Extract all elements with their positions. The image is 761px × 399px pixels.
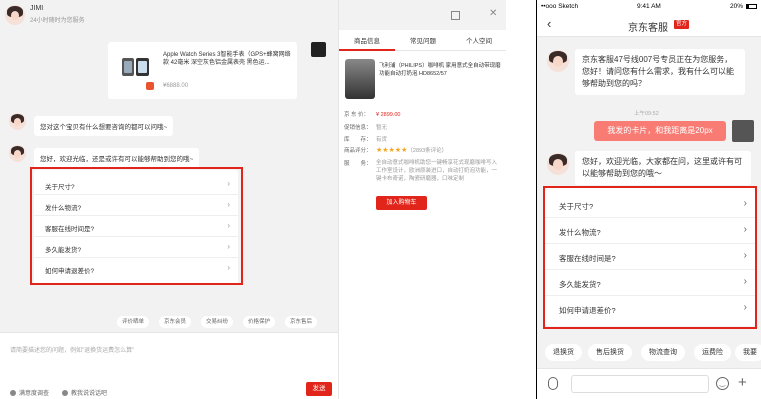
chat-message: 您好，欢迎光临，还是或许有可以能够帮助到您的哦~ [34,148,200,168]
product-info-panel: ✕ 商品信息 常见问题 个人空间 飞利浦（PHILIPS）咖啡机 家用意式全自动… [338,0,507,399]
quick-chip[interactable]: 物流查询 [641,344,685,361]
chat-message: 您对这个宝贝有什么想要咨询的都可以问哦~ [34,116,174,136]
send-button[interactable]: 发送 [306,382,332,396]
agent-avatar [5,5,25,25]
product-title: 飞利浦（PHILIPS）咖啡机 家用意式全自动带现磨功能自动打奶泡 HD8652… [379,63,501,77]
plus-icon[interactable]: + [738,374,747,391]
tab-product-info[interactable]: 商品信息 [339,33,395,51]
service-text: 全自动意式咖啡机助您一键畅享花式现磨咖啡写入工作室设计，欧洲原装进口，自动打奶泡… [376,160,498,182]
chat-input-area: 请简要描述您的问题，例如"退换货运费怎么算" 满意度调查 教我说说话吧 发送 [0,332,338,399]
star-rating-icon: ★★★★★ [376,147,408,154]
user-avatar [732,120,754,142]
quick-chip[interactable]: 京东会员 [159,316,192,328]
tab-faq[interactable]: 常见问题 [395,33,451,51]
quick-chip[interactable]: 交易纠纷 [201,316,234,328]
promo-value: 暂无 [376,125,388,131]
price-label: 京 东 价： [344,112,370,118]
status-bar: ••ooo Sketch 9:41 AM 20% [537,0,761,13]
stock-label: 库 存： [344,137,372,143]
battery-level: 20% [729,3,743,10]
message-time: 上午09:52 [634,111,659,117]
battery-icon [746,4,757,9]
promo-label: 促销信息： [344,125,372,131]
quick-chip[interactable]: 评价晒单 [117,316,150,328]
agent-avatar [547,50,569,72]
promo-row: 促销信息： 暂无 [344,123,387,131]
quick-chips: 评价晒单 京东会员 交易纠纷 价格保护 京东售后 [117,316,337,328]
message-input[interactable]: 请简要描述您的问题，例如"退换货运费怎么算" [10,345,134,354]
my-message: 我发的卡片，和我距离是20px [594,121,726,141]
page-title: 京东客服 [628,23,668,34]
stock-value: 有货 [376,137,388,143]
stock-row: 库 存： 有货 [344,135,387,143]
close-icon[interactable]: ✕ [489,8,497,19]
clock: 9:41 AM [637,3,661,10]
rating-row: 商品评分： ★★★★★（2893条评论） [344,146,447,154]
satisfaction-link[interactable]: 满意度调查 [10,388,49,397]
mobile-chat-screen: ••ooo Sketch 9:41 AM 20% ‹ 京东客服 官方 京东客服4… [537,0,761,399]
chat-message: 您好，欢迎光临，大家都在问，这里或许有可以能够帮助到您的哦～ [575,151,751,185]
carrier: ••ooo Sketch [541,3,579,10]
agent-name: JIMI [30,5,44,12]
quick-chip[interactable]: 退换货 [545,344,582,361]
input-bar: ‿ + [537,368,761,399]
teach-label: 教我说说话吧 [71,391,108,397]
agent-avatar [9,113,26,130]
quick-chip[interactable]: 运费险 [694,344,731,361]
message-input[interactable] [571,375,709,393]
back-chevron-icon[interactable]: ‹ [547,16,551,31]
satisfaction-label: 满意度调查 [19,391,50,397]
price-row: 京 东 价： ¥ 2899.00 [344,110,400,118]
survey-icon [10,390,16,397]
rating-label: 商品评分： [344,148,372,154]
quick-chip[interactable]: 京东售后 [285,316,318,328]
desktop-chat-window: JIMI 24小时随时为您服务 Apple Watch Series 3智能手表… [0,0,338,399]
spacer [506,0,536,399]
panel-tabs: 商品信息 常见问题 个人空间 [339,33,507,51]
chat-icon [62,390,68,397]
agent-subtitle: 24小时随时为您服务 [30,18,85,24]
highlight-box [543,186,757,329]
teach-link[interactable]: 教我说说话吧 [62,388,107,397]
chat-message: 京东客服47号线007号专员正在为您服务，您好！请问您有什么需求，我有什么可以能… [575,49,745,95]
product-price: ¥6888.00 [163,83,189,89]
quick-chips: 退换货 售后换货 物流查询 运费险 我要 [537,344,761,361]
price-value: ¥ 2899.00 [376,112,401,118]
chat-header: JIMI 24小时随时为您服务 [0,0,338,30]
add-to-cart-button[interactable]: 加入购物车 [376,196,427,210]
quick-chip[interactable]: 售后换货 [588,344,632,361]
product-card[interactable]: Apple Watch Series 3智能手表（GPS+蜂窝网络款 42毫米 … [108,42,297,99]
nav-bar: ‹ 京东客服 官方 [537,13,761,37]
coffee-machine-image [345,59,375,99]
rating-count: （2893条评论） [407,148,448,154]
panel-header: ✕ [339,0,507,30]
emoji-icon[interactable]: ‿ [716,377,729,390]
qrcode-icon[interactable] [451,11,460,20]
agent-avatar [9,145,26,162]
service-label: 服 务： [344,161,372,167]
official-badge: 官方 [674,20,690,29]
microphone-icon[interactable] [548,377,558,390]
tab-personal[interactable]: 个人空间 [451,33,507,51]
product-title: Apple Watch Series 3智能手表（GPS+蜂窝网络款 42毫米 … [163,52,291,66]
user-avatar [311,42,326,57]
highlight-box [30,167,243,285]
discount-badge-icon [146,82,154,90]
quick-chip[interactable]: 价格保护 [243,316,276,328]
agent-avatar [547,153,569,175]
service-row: 服 务： [344,159,376,167]
quick-chip[interactable]: 我要 [735,344,761,361]
